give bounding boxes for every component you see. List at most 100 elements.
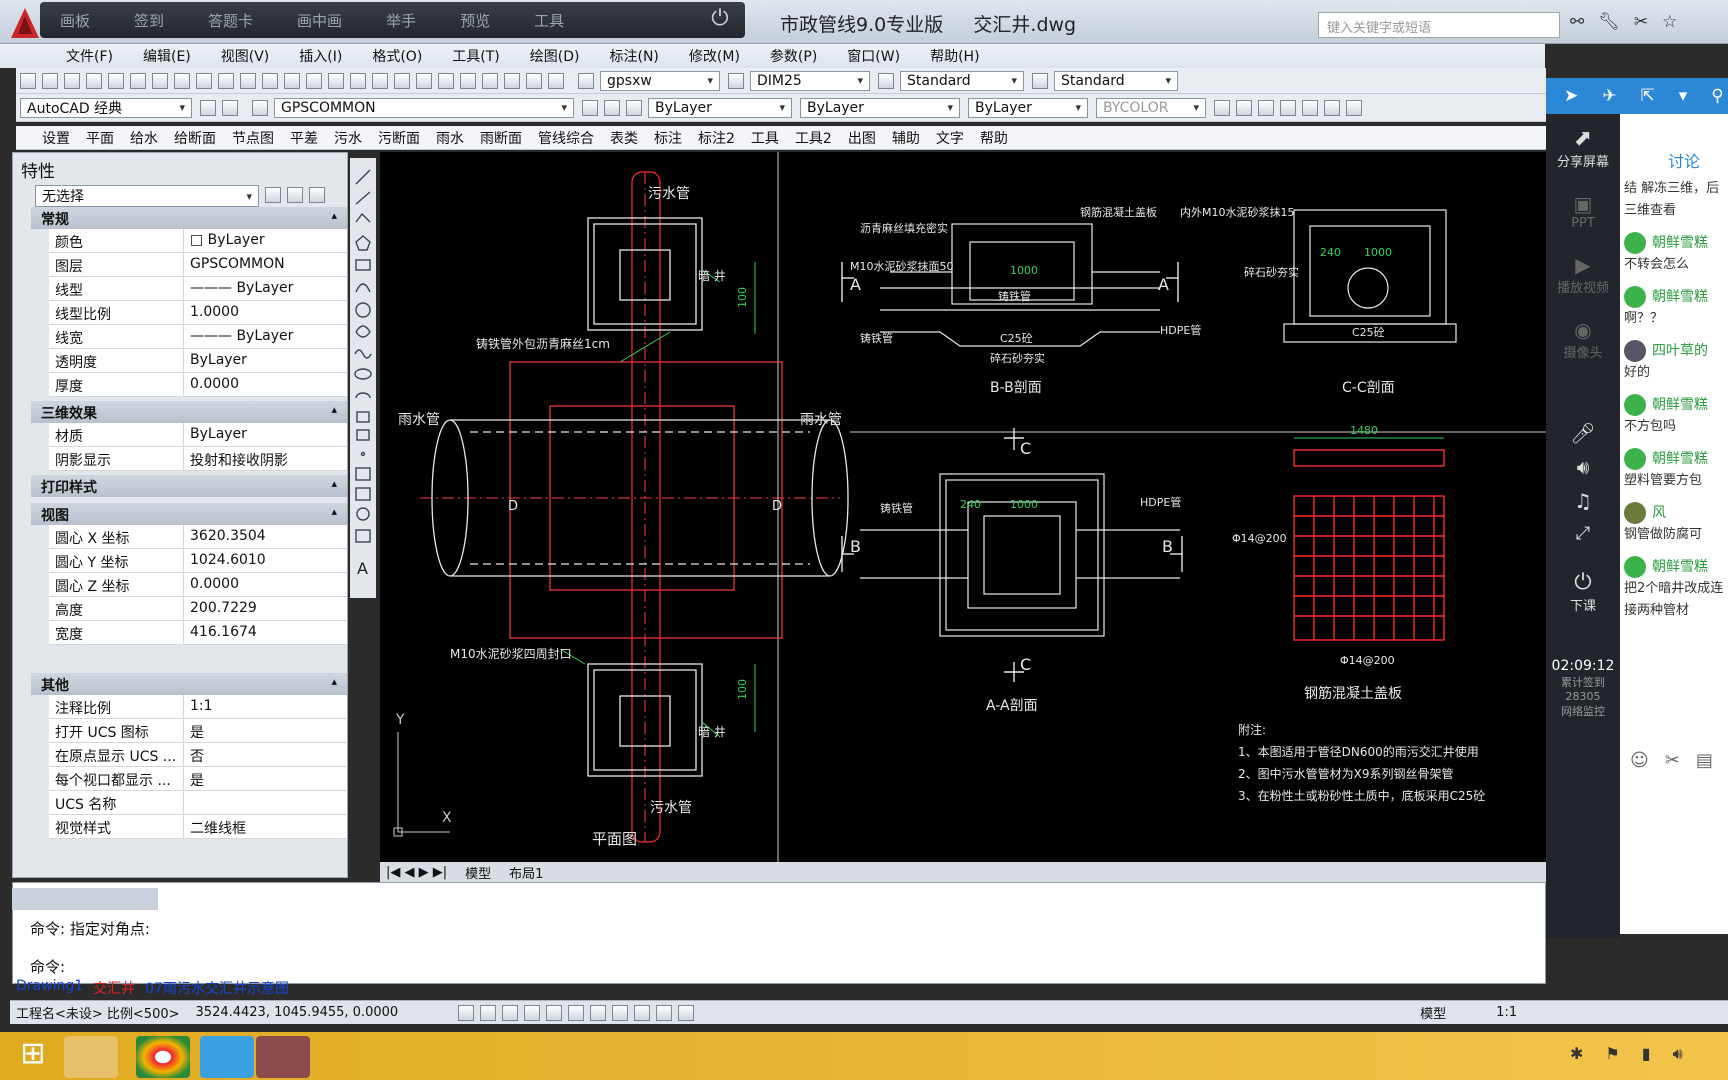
annotation-scale[interactable]: 1:1 [1496, 1005, 1517, 1020]
menu-tools[interactable]: 工具(T) [452, 46, 499, 66]
prop-value[interactable]: □ ByLayer [184, 229, 347, 252]
chat-username[interactable]: 朝鲜雪糕 [1652, 451, 1708, 467]
bluetooth-icon[interactable]: ✱ [1570, 1044, 1583, 1064]
plugin-menu-item[interactable]: 污水 [334, 128, 362, 148]
tpy-icon[interactable] [656, 1004, 673, 1021]
menu-file[interactable]: 文件(F) [66, 46, 113, 66]
prop-row[interactable]: 阴影显示 投射和接收阴影 [49, 447, 347, 471]
plugin-menu-item[interactable]: 工具 [751, 128, 779, 148]
pan-icon[interactable] [328, 72, 344, 89]
plugin-menu-item[interactable]: 平面 [86, 128, 114, 148]
tab-discussion[interactable]: 讨论 [1620, 114, 1728, 172]
plotstyle-select[interactable]: BYCOLOR [1096, 97, 1206, 118]
subtract-icon[interactable] [1346, 99, 1362, 116]
menu-edit[interactable]: 编辑(E) [143, 46, 191, 66]
plugin-menu-item[interactable]: 工具2 [795, 128, 832, 148]
draw-tools-icon[interactable]: A [350, 158, 376, 598]
plugin-menu-item[interactable]: 管线综合 [538, 128, 594, 148]
qp-icon[interactable] [678, 1004, 695, 1021]
layer-select[interactable]: GPSCOMMON [274, 97, 574, 118]
prop-value[interactable]: 0.0000 [184, 573, 347, 596]
export-icon[interactable]: ⇱ [1641, 86, 1655, 106]
search-input[interactable]: 键入关键字或短语 [1318, 12, 1560, 38]
file-tab[interactable]: 07雨污水交汇井示意图 [145, 978, 289, 998]
chevron-down-icon[interactable]: ▾ [1679, 86, 1688, 106]
mleader-style-select[interactable]: Standard [1054, 70, 1178, 91]
plugin-menu-item[interactable]: 标注2 [698, 128, 735, 148]
paste-icon[interactable] [218, 72, 234, 89]
chat-username[interactable]: 风 [1652, 505, 1666, 521]
plugin-menu-item[interactable]: 雨水 [436, 128, 464, 148]
menu-dimension[interactable]: 标注(N) [610, 46, 659, 66]
prop-value[interactable]: 是 [184, 719, 347, 742]
help-icon[interactable] [548, 72, 564, 89]
cylinder-icon[interactable] [1258, 99, 1274, 116]
selection-select[interactable]: 无选择 [35, 185, 259, 207]
toolbar-tab[interactable]: 答题卡 [208, 10, 253, 31]
color-select[interactable]: ByLayer [648, 97, 792, 118]
table-style-icon[interactable] [878, 72, 894, 89]
tab-model[interactable]: 模型 [465, 863, 491, 882]
sheet-icon[interactable] [482, 72, 498, 89]
markup-icon[interactable] [504, 72, 520, 89]
section-general[interactable]: 常规 [31, 207, 347, 229]
prop-row[interactable]: 线型比例 1.0000 [49, 301, 347, 325]
preview-icon[interactable] [108, 72, 124, 89]
pin-icon[interactable]: ⚲ [1711, 86, 1723, 106]
toolbar-tab[interactable]: 画中画 [297, 10, 342, 31]
linetype-select[interactable]: ByLayer [800, 97, 960, 118]
plugin-menu-item[interactable]: 给水 [130, 128, 158, 148]
toolbar-tab[interactable]: 预览 [460, 10, 490, 31]
zoom-icon[interactable] [350, 72, 366, 89]
autocad-logo-icon[interactable] [10, 6, 40, 40]
prop-value[interactable]: 200.7229 [184, 597, 347, 620]
plugin-menu-item[interactable]: 出图 [848, 128, 876, 148]
plugin-menu-item[interactable]: 雨断面 [480, 128, 522, 148]
chat-username[interactable]: 朝鲜雪糕 [1652, 289, 1708, 305]
ducs-icon[interactable] [590, 1004, 607, 1021]
new-icon[interactable] [20, 72, 36, 89]
ppt-button[interactable]: PPT [1546, 216, 1620, 231]
chart-icon[interactable]: ▤ [1696, 750, 1713, 771]
workspace-icon[interactable] [222, 99, 238, 116]
tab-layout1[interactable]: 布局1 [509, 863, 543, 882]
block-icon[interactable] [262, 72, 278, 89]
lwt-icon[interactable] [634, 1004, 651, 1021]
sphere-icon[interactable] [1280, 99, 1296, 116]
plugin-menu-item[interactable]: 节点图 [232, 128, 274, 148]
gear-icon[interactable] [200, 99, 216, 116]
3d-icon[interactable] [152, 72, 168, 89]
layer-state-icon[interactable] [626, 99, 642, 116]
prop-row[interactable]: 视觉样式 二维线框 [49, 815, 347, 839]
prop-row[interactable]: 线宽 ——— ByLayer [49, 325, 347, 349]
plugin-menu-item[interactable]: 污断面 [378, 128, 420, 148]
prop-row[interactable]: 每个视口都显示 ... 是 [49, 767, 347, 791]
menu-help[interactable]: 帮助(H) [930, 46, 979, 66]
otrack-icon[interactable] [568, 1004, 585, 1021]
cad-drawing[interactable]: 污水管 暗 井 铸铁管外包沥青麻丝1cm 雨水管 雨水管 D D M10水泥砂浆… [380, 152, 1546, 862]
zoom-prev-icon[interactable] [394, 72, 410, 89]
section-other[interactable]: 其他 [31, 673, 347, 695]
prop-row[interactable]: 高度 200.7229 [49, 597, 347, 621]
camera-icon[interactable]: ◉ [1546, 318, 1620, 342]
prop-value[interactable]: 是 [184, 767, 347, 790]
toolbar-tab[interactable]: 举手 [386, 10, 416, 31]
publish-icon[interactable] [130, 72, 146, 89]
star-icon[interactable]: ☆ [1662, 12, 1677, 38]
video-button[interactable]: 播放视频 [1546, 277, 1620, 296]
zoom-window-icon[interactable] [372, 72, 388, 89]
calc-icon[interactable] [526, 72, 542, 89]
plugin-menu-item[interactable]: 平差 [290, 128, 318, 148]
union-icon[interactable] [1324, 99, 1340, 116]
select-objects-icon[interactable] [287, 187, 303, 203]
binoculars-icon[interactable]: ⚯ [1570, 12, 1584, 38]
polar-icon[interactable] [524, 1004, 541, 1021]
menu-window[interactable]: 窗口(W) [847, 46, 900, 66]
undo-icon[interactable] [284, 72, 300, 89]
command-prompt[interactable]: 命令: [30, 956, 65, 977]
prop-row[interactable]: 圆心 X 坐标 3620.3504 [49, 525, 347, 549]
menu-format[interactable]: 格式(O) [372, 46, 422, 66]
prop-value[interactable]: 1024.6010 [184, 549, 347, 572]
video-icon[interactable]: ▶ [1546, 253, 1620, 277]
prop-value[interactable]: 否 [184, 743, 347, 766]
